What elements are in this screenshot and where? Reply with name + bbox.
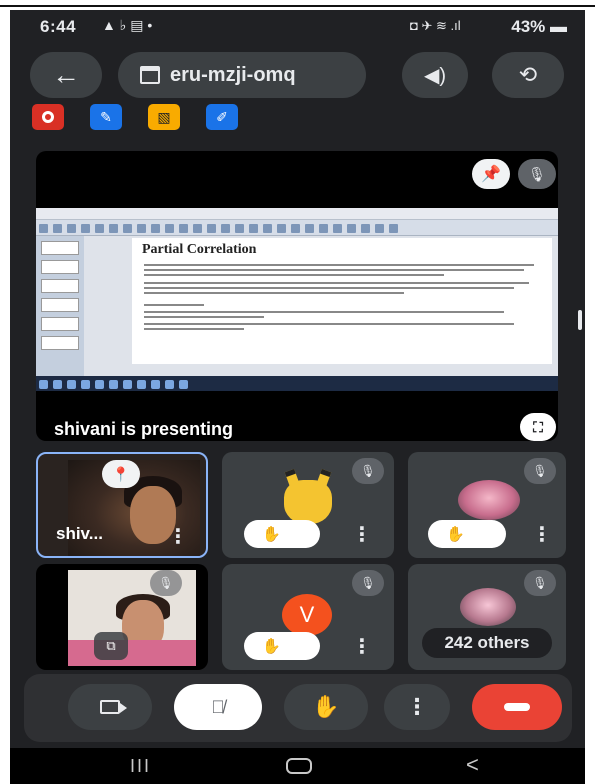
participant-tile[interactable]: 🎙 ✋ ⋮ (408, 452, 566, 558)
slide-canvas: Partial Correlation (132, 238, 552, 364)
switch-camera-icon: ⟲ (518, 62, 538, 87)
mic-off-icon: 🎙 (524, 458, 556, 484)
more-options-button[interactable]: ⋮ (532, 522, 552, 547)
raise-hand-button[interactable]: ✋ (284, 684, 368, 730)
others-count: 242 others (422, 628, 552, 658)
raise-hand-icon: ✋ (312, 694, 340, 719)
presentation-tile[interactable]: 📌 🎙 Partial Correlation shivani is prese… (36, 151, 558, 441)
participant-name: shiv... (56, 524, 103, 543)
raised-hand-indicator: ✋ (244, 632, 320, 660)
avatar (458, 480, 520, 520)
camera-toggle-button[interactable] (68, 684, 152, 730)
avatar (284, 480, 332, 524)
recording-badge[interactable] (32, 104, 64, 130)
back-button[interactable]: ← (30, 52, 102, 98)
avatar (460, 588, 516, 626)
status-signal-icons: ◘ ✈ ≋ .ıl (410, 18, 461, 33)
participant-tile[interactable]: 🎙 V ✋ ⋮ (222, 564, 394, 670)
raised-hand-indicator: ✋ (244, 520, 320, 548)
raise-hand-icon: ✋ (446, 526, 465, 543)
camera-switch-icon[interactable]: ⧉ (94, 632, 128, 660)
windows-taskbar (36, 376, 558, 391)
raised-hand-indicator: ✋ (428, 520, 506, 548)
app-titlebar (36, 208, 558, 220)
meeting-info-button[interactable]: eru-mzji-omq (118, 52, 366, 98)
mic-off-icon: 🎙 (150, 570, 182, 596)
pin-button[interactable]: 📌 (472, 159, 510, 189)
switch-camera-button[interactable]: ⟲ (492, 52, 564, 98)
mic-off-icon: 🎙 (352, 458, 384, 484)
scrollbar[interactable] (578, 310, 582, 330)
phone-screen: 6:44 ▲ ♭ ▤ • ◘ ✈ ≋ .ıl 43% ▬ ← eru-mzji-… (10, 10, 585, 784)
more-options-button[interactable]: ⋮ (168, 524, 188, 549)
shared-screen: Partial Correlation (36, 208, 558, 391)
more-options-button[interactable]: ⋮ (352, 522, 372, 547)
mic-off-icon: 🎙̸ (211, 696, 225, 717)
status-notification-icons: ▲ ♭ ▤ • (102, 17, 153, 33)
mic-off-icon: 🎙 (524, 570, 556, 596)
notes-badge[interactable]: ✐ (206, 104, 238, 130)
qa-badge[interactable]: ✎ (90, 104, 122, 130)
slide-title: Partial Correlation (142, 242, 257, 257)
presentation-mute-indicator: 🎙 (518, 159, 556, 189)
more-options-button[interactable]: ⋮ (384, 684, 450, 730)
mic-off-icon: 🎙 (528, 165, 546, 182)
end-call-icon (504, 703, 530, 711)
speaker-icon: ◀) (423, 64, 447, 87)
status-bar: 6:44 ▲ ♭ ▤ • ◘ ✈ ≋ .ıl 43% ▬ (10, 10, 585, 40)
raise-hand-icon: ✋ (262, 526, 281, 543)
camera-icon (100, 700, 127, 714)
battery-level: 43% ▬ (511, 17, 567, 36)
slide-thumbnails (36, 236, 84, 376)
pin-icon: 📌 (481, 166, 501, 183)
calendar-icon (140, 66, 160, 84)
status-time: 6:44 (40, 17, 77, 36)
captions-off-icon: ▧ (157, 108, 171, 125)
recents-button[interactable]: III (130, 756, 151, 777)
top-border (0, 0, 595, 7)
more-options-button[interactable]: ⋮ (352, 634, 372, 659)
pin-icon: 📍 (112, 465, 130, 482)
end-call-button[interactable] (472, 684, 562, 730)
more-vertical-icon: ⋮ (406, 694, 428, 719)
speaker-button[interactable]: ◀) (402, 52, 468, 98)
notes-icon: ✐ (216, 108, 228, 125)
captions-badge[interactable]: ▧ (148, 104, 180, 130)
record-icon (42, 111, 54, 123)
fullscreen-button[interactable]: ⛶ (520, 413, 556, 441)
mic-off-icon: 🎙 (352, 570, 384, 596)
android-nav-bar: III < (10, 748, 585, 784)
home-button[interactable] (286, 758, 312, 774)
presenting-label: shivani is presenting (54, 419, 234, 439)
fullscreen-icon: ⛶ (533, 418, 543, 435)
arrow-left-icon: ← (52, 59, 80, 90)
participant-tile-shivani[interactable]: 📍 shiv... ⋮ (36, 452, 208, 558)
raise-hand-icon: ✋ (262, 638, 281, 655)
call-controls: 🎙̸ ✋ ⋮ (24, 674, 572, 742)
meeting-code: eru-mzji-omq (170, 63, 296, 86)
mic-toggle-button[interactable]: 🎙̸ (174, 684, 262, 730)
nav-back-button[interactable]: < (466, 752, 479, 778)
self-view-tile[interactable]: 🎙 ⧉ (36, 564, 208, 670)
app-ribbon (36, 220, 558, 236)
avatar-initial: V (282, 594, 332, 636)
qa-icon: ✎ (100, 108, 112, 125)
pinned-indicator[interactable]: 📍 (102, 460, 140, 488)
others-tile[interactable]: 🎙 242 others (408, 564, 566, 670)
participant-tile[interactable]: 🎙 ✋ ⋮ (222, 452, 394, 558)
